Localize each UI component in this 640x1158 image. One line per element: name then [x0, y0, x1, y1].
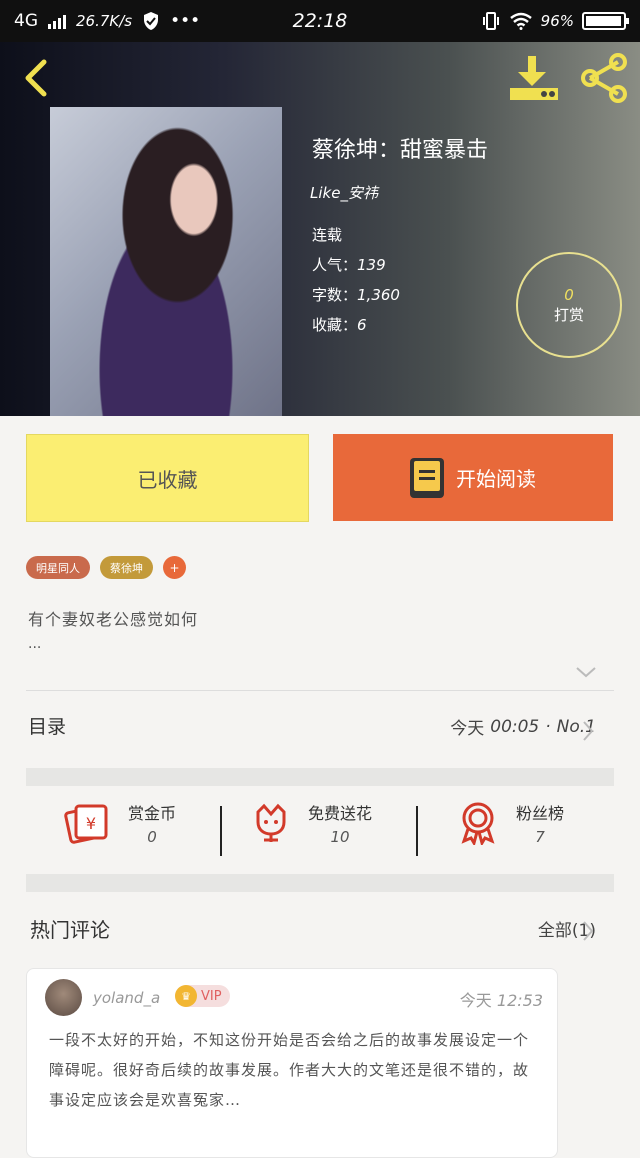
tag-list: 明星同人 蔡徐坤 + [26, 556, 186, 579]
intro-ellipsis: ... [28, 636, 42, 652]
book-cover [50, 107, 282, 416]
book-word-count: 字数：1,360 [312, 286, 400, 304]
comment-text: 一段不太好的开始，不知这份开始是否会给之后的故事发展设定一个障碍呢。很好奇后续的… [49, 1031, 530, 1109]
battery-icon [582, 12, 629, 30]
section-separator [26, 768, 614, 786]
back-icon[interactable] [18, 58, 58, 98]
chevron-right-icon[interactable] [582, 720, 594, 742]
toc-label[interactable]: 目录 [28, 712, 66, 739]
vip-badge: ♛ VIP [175, 985, 230, 1007]
tip-label: 打赏 [553, 305, 584, 324]
start-reading-label: 开始阅读 [456, 467, 536, 491]
divider [220, 806, 222, 856]
chevron-right-icon[interactable] [582, 920, 594, 942]
download-icon[interactable] [506, 54, 562, 102]
fan-ranking-button[interactable]: 粉丝榜 7 [458, 800, 564, 846]
favorited-button[interactable]: 已收藏 [26, 434, 309, 522]
start-reading-button[interactable]: 开始阅读 [333, 434, 613, 521]
flower-icon [256, 803, 286, 842]
medal-icon [461, 802, 495, 845]
comment-username[interactable]: yoland_a [93, 989, 160, 1007]
hot-comments-title: 热门评论 [30, 918, 110, 942]
book-author[interactable]: Like_安祎 [310, 182, 378, 203]
tag-item[interactable]: 蔡徐坤 [100, 556, 153, 579]
add-tag-button[interactable]: + [163, 556, 186, 579]
send-flower-button[interactable]: 免费送花 10 [252, 800, 372, 846]
stat-label: 粉丝榜 [516, 804, 565, 823]
book-intro: 有个妻奴老公感觉如何 [28, 610, 199, 629]
share-icon[interactable] [578, 52, 630, 104]
divider [26, 690, 614, 691]
book-favorites: 收藏：6 [312, 316, 367, 334]
favorited-label: 已收藏 [137, 467, 198, 492]
book-popularity: 人气：139 [312, 256, 386, 274]
comment-card[interactable]: yoland_a ♛ VIP 今天 12:53 一段不太好的开始，不知这份开始是否… [26, 968, 558, 1158]
coin-reward-button[interactable]: ¥ 赏金币 0 [64, 800, 176, 846]
stat-value: 10 [330, 828, 350, 846]
latest-chapter[interactable]: 今天 00:05 · No.1 [450, 714, 596, 740]
section-separator [26, 874, 614, 892]
stat-value: 7 [535, 828, 545, 846]
svg-text:¥: ¥ [86, 814, 96, 833]
book-header: 蔡徐坤：甜蜜暴击 Like_安祎 连载 人气：139 字数：1,360 收藏：6… [0, 42, 640, 416]
avatar[interactable] [45, 979, 82, 1016]
tag-item[interactable]: 明星同人 [26, 556, 90, 579]
book-status: 连载 [312, 226, 343, 244]
status-bar: 4G 26.7K/s ••• 22:18 96% [0, 0, 640, 42]
stat-label: 赏金币 [128, 804, 177, 823]
clock: 22:18 [292, 10, 348, 32]
crown-icon: ♛ [175, 985, 197, 1007]
comment-time: 今天 12:53 [459, 991, 543, 1010]
book-title: 蔡徐坤：甜蜜暴击 [312, 138, 489, 163]
red-envelope-icon: ¥ [64, 804, 108, 844]
book-icon [410, 457, 444, 498]
stat-value: 0 [147, 828, 157, 846]
stat-label: 免费送花 [308, 804, 373, 823]
chevron-down-icon[interactable] [575, 665, 597, 679]
tip-button[interactable]: 0 打赏 [516, 252, 622, 358]
tip-count: 0 [564, 285, 574, 304]
divider [416, 806, 418, 856]
